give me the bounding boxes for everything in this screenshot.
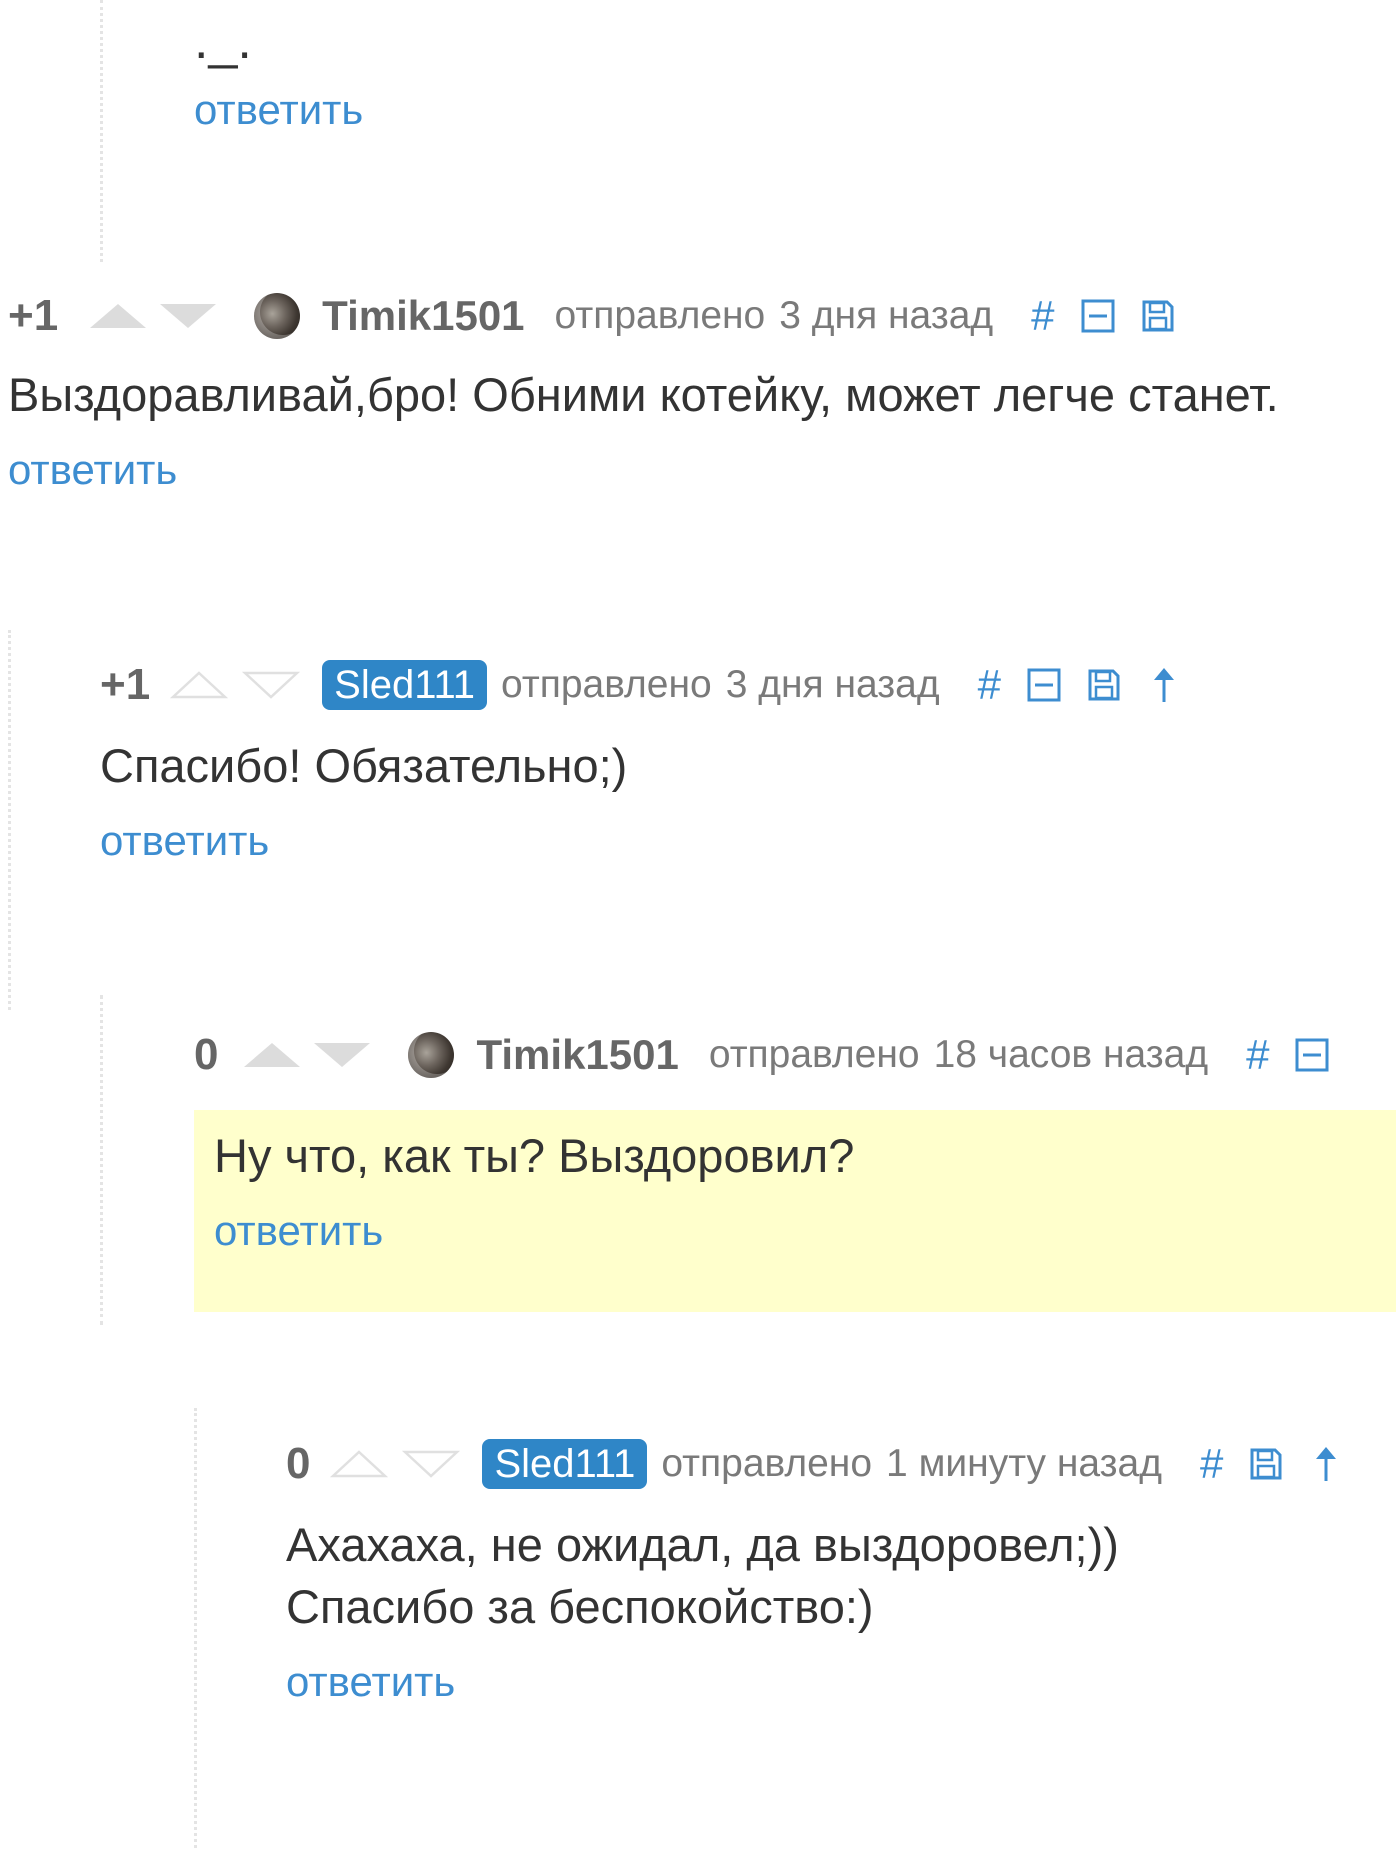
comment-body-line: Спасибо за беспокойство:): [286, 1580, 874, 1633]
username[interactable]: Timik1501: [476, 1031, 678, 1079]
reply-link[interactable]: ответить: [286, 1658, 455, 1706]
reply-link[interactable]: ответить: [8, 446, 177, 494]
comments-page: ._. ответить +1 Timik1501 отправлено 3 д…: [0, 0, 1396, 1862]
up-vote-icon[interactable]: [170, 670, 229, 700]
down-vote-icon[interactable]: [242, 670, 301, 700]
up-vote-icon[interactable]: [90, 304, 147, 328]
comment-header: +1 Timik1501 отправлено 3 дня назад #: [8, 286, 1279, 346]
hash-link-icon[interactable]: #: [1200, 1440, 1223, 1488]
hash-link-icon[interactable]: #: [1246, 1031, 1269, 1079]
down-vote-icon[interactable]: [402, 1449, 461, 1479]
comment-body: Спасибо! Обязательно;): [100, 739, 628, 792]
avatar[interactable]: [254, 293, 301, 339]
comment-body: Ну что, как ты? Выздоровил?: [214, 1129, 855, 1182]
thread-line: [8, 630, 11, 1010]
timestamp: 18 часов назад: [933, 1033, 1209, 1076]
reply-link[interactable]: ответить: [194, 86, 363, 134]
comment: +1 Timik1501 отправлено 3 дня назад # Вы…: [8, 286, 1279, 494]
down-vote-icon[interactable]: [314, 1043, 371, 1067]
up-vote-icon[interactable]: [330, 1449, 389, 1479]
username-badge[interactable]: Sled111: [322, 660, 488, 710]
rating: 0: [194, 1030, 219, 1079]
sent-label: отправлено: [501, 663, 712, 706]
up-vote-icon[interactable]: [244, 1043, 301, 1067]
comment: 0 Sled111 отправлено 1 минуту назад # Ах…: [286, 1434, 1341, 1706]
save-icon[interactable]: [1087, 668, 1121, 702]
timestamp: 3 дня назад: [725, 663, 940, 706]
collapse-icon[interactable]: [1027, 668, 1061, 702]
comment-top: ._. ответить: [194, 10, 363, 134]
comment-body-line: Ахахаха, не ожидал, да выздоровел;)): [286, 1518, 1119, 1571]
rating: +1: [100, 660, 151, 709]
rating: 0: [286, 1439, 311, 1488]
reply-link[interactable]: ответить: [214, 1207, 383, 1255]
comment-header: +1 Sled111 отправлено 3 дня назад #: [100, 655, 1179, 715]
sent-label: отправлено: [708, 1033, 920, 1076]
thread-line: [194, 1408, 197, 1848]
hash-link-icon[interactable]: #: [978, 661, 1001, 709]
comment-body: ._.: [194, 12, 252, 70]
sent-label: отправлено: [554, 294, 766, 337]
down-vote-icon[interactable]: [160, 304, 217, 328]
parent-arrow-icon[interactable]: [1311, 1445, 1341, 1483]
username-badge[interactable]: Sled111: [482, 1439, 648, 1489]
rating: +1: [8, 291, 59, 340]
thread-line: [100, 0, 103, 262]
save-icon[interactable]: [1249, 1447, 1283, 1481]
timestamp: 3 дня назад: [779, 294, 994, 337]
thread-line: [100, 995, 103, 1325]
comment-header: 0 Sled111 отправлено 1 минуту назад #: [286, 1434, 1341, 1494]
save-icon[interactable]: [1141, 299, 1175, 333]
timestamp: 1 минуту назад: [886, 1442, 1162, 1485]
username[interactable]: Timik1501: [322, 292, 524, 340]
comment-body: Выздоравливай,бро! Обними котейку, может…: [8, 368, 1279, 421]
hash-link-icon[interactable]: #: [1031, 292, 1054, 340]
avatar[interactable]: [408, 1032, 455, 1078]
sent-label: отправлено: [661, 1442, 873, 1485]
collapse-icon[interactable]: [1295, 1038, 1329, 1072]
collapse-icon[interactable]: [1081, 299, 1115, 333]
comment: +1 Sled111 отправлено 3 дня назад # Спас…: [100, 655, 1179, 865]
parent-arrow-icon[interactable]: [1149, 666, 1179, 704]
comment-header: 0 Timik1501 отправлено 18 часов назад #: [194, 1025, 1396, 1085]
comment: 0 Timik1501 отправлено 18 часов назад # …: [194, 1025, 1396, 1255]
reply-link[interactable]: ответить: [100, 817, 269, 865]
